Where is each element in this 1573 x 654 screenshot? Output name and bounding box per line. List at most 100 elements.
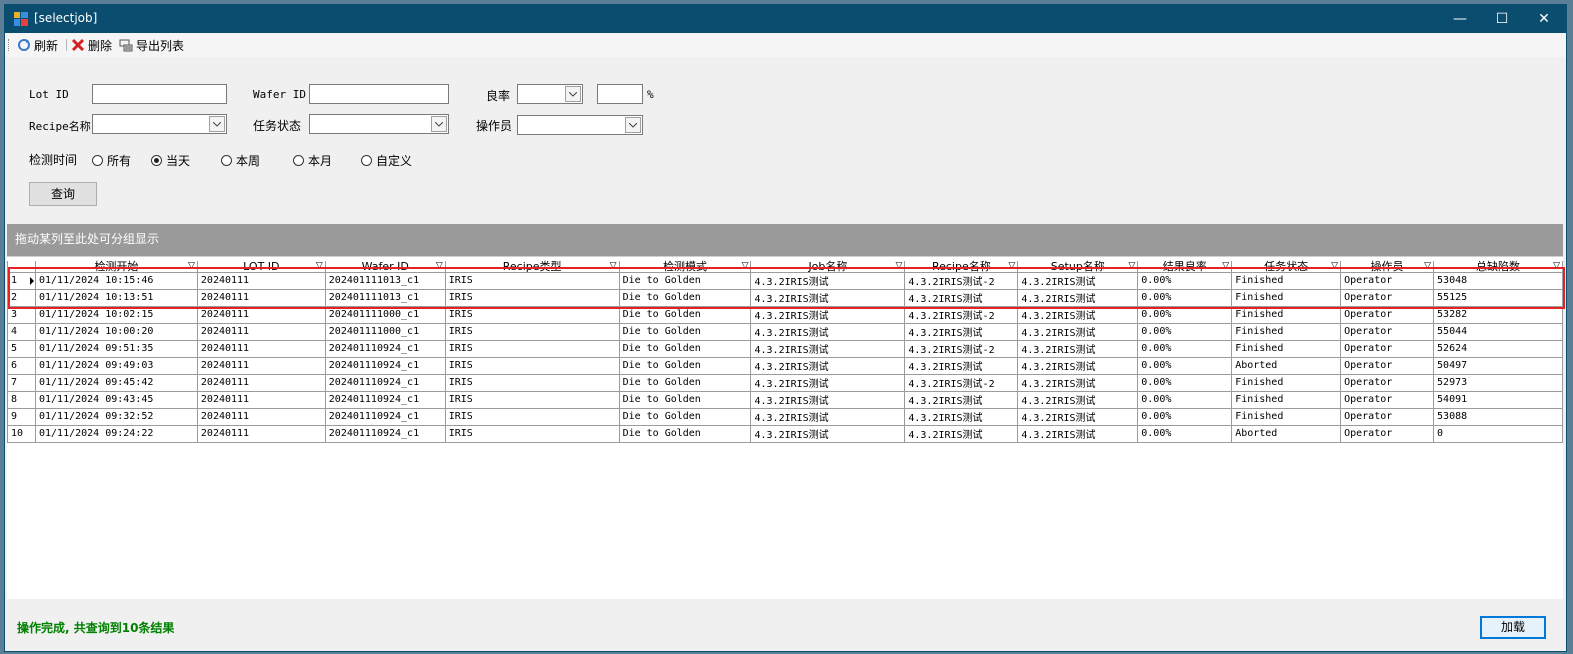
filter-icon[interactable]: ▽ [1128, 261, 1135, 271]
table-cell[interactable]: 20240111 [196, 322, 326, 341]
table-cell[interactable]: 01/11/2024 09:32:52 [34, 407, 198, 426]
row-number[interactable]: 5 [7, 339, 36, 358]
table-cell[interactable]: 20240111 [196, 356, 326, 375]
row-number[interactable]: 8 [7, 390, 36, 409]
table-cell[interactable]: Die to Golden [618, 424, 752, 443]
table-cell[interactable]: 01/11/2024 10:13:51 [34, 288, 198, 307]
time-option-week[interactable]: 本周 [221, 152, 260, 169]
table-cell[interactable]: 01/11/2024 09:24:22 [34, 424, 198, 443]
table-cell[interactable]: 4.3.2IRIS测试 [750, 305, 906, 324]
table-cell[interactable]: 202401110924_c1 [324, 356, 446, 375]
table-cell[interactable]: Finished [1231, 305, 1342, 324]
table-cell[interactable]: 4.3.2IRIS测试 [904, 424, 1019, 443]
table-cell[interactable]: 50497 [1433, 356, 1563, 375]
filter-icon[interactable]: ▽ [1008, 261, 1015, 271]
time-option-month[interactable]: 本月 [293, 152, 332, 169]
table-cell[interactable]: 4.3.2IRIS测试 [750, 322, 906, 341]
table-cell[interactable]: Finished [1231, 407, 1342, 426]
export-button[interactable]: 导出列表 [119, 37, 184, 53]
table-cell[interactable]: IRIS [444, 305, 620, 324]
column-header[interactable]: Job名称 ▽ [750, 261, 906, 273]
table-cell[interactable]: 20240111 [196, 424, 326, 443]
table-cell[interactable]: 4.3.2IRIS测试 [1017, 305, 1139, 324]
column-header[interactable]: 总缺陷数 ▽ [1433, 261, 1563, 273]
row-number[interactable]: 6 [7, 356, 36, 375]
table-cell[interactable]: Operator [1340, 305, 1435, 324]
table-cell[interactable]: 4.3.2IRIS测试 [1017, 322, 1139, 341]
table-cell[interactable]: Finished [1231, 373, 1342, 392]
table-cell[interactable]: 4.3.2IRIS测试-2 [904, 305, 1019, 324]
recipe-select[interactable] [92, 114, 227, 134]
table-row[interactable]: 10 01/11/2024 09:24:22 20240111 20240111092… [7, 424, 1563, 443]
table-cell[interactable]: 4.3.2IRIS测试 [1017, 390, 1139, 409]
table-cell[interactable]: Finished [1231, 322, 1342, 341]
table-cell[interactable]: 53282 [1433, 305, 1563, 324]
row-number[interactable]: 9 [7, 407, 36, 426]
table-cell[interactable]: 55044 [1433, 322, 1563, 341]
table-cell[interactable]: Operator [1340, 322, 1435, 341]
table-cell[interactable]: Operator [1340, 356, 1435, 375]
table-cell[interactable]: 4.3.2IRIS测试 [1017, 288, 1139, 307]
table-cell[interactable]: Die to Golden [618, 305, 752, 324]
table-cell[interactable]: 202401111013_c1 [324, 271, 446, 290]
group-by-band[interactable]: 拖动某列至此处可分组显示 [7, 224, 1563, 256]
delete-button[interactable]: 删除 [71, 37, 112, 53]
table-cell[interactable]: 202401110924_c1 [324, 373, 446, 392]
row-number[interactable]: 3 [7, 305, 36, 324]
table-cell[interactable]: 20240111 [196, 288, 326, 307]
table-cell[interactable]: 202401110924_c1 [324, 390, 446, 409]
row-number[interactable]: 2 [7, 288, 36, 307]
table-cell[interactable]: Operator [1340, 339, 1435, 358]
table-cell[interactable]: 4.3.2IRIS测试 [1017, 373, 1139, 392]
table-cell[interactable]: IRIS [444, 390, 620, 409]
yield-operator-select[interactable] [517, 84, 583, 104]
minimize-button[interactable]: — [1439, 5, 1481, 33]
column-header[interactable]: 检测模式 ▽ [618, 261, 752, 273]
table-cell[interactable]: 55125 [1433, 288, 1563, 307]
table-cell[interactable]: Die to Golden [618, 322, 752, 341]
table-cell[interactable]: 01/11/2024 09:51:35 [34, 339, 198, 358]
query-button[interactable]: 查询 [29, 182, 97, 206]
row-number[interactable]: 4 [7, 322, 36, 341]
table-cell[interactable]: 4.3.2IRIS测试 [1017, 424, 1139, 443]
table-cell[interactable]: 0.00% [1137, 390, 1233, 409]
table-cell[interactable]: 0.00% [1137, 288, 1233, 307]
table-cell[interactable]: 4.3.2IRIS测试 [750, 390, 906, 409]
table-cell[interactable]: IRIS [444, 339, 620, 358]
table-cell[interactable]: 4.3.2IRIS测试 [750, 356, 906, 375]
filter-icon[interactable]: ▽ [316, 261, 323, 271]
close-button[interactable]: ✕ [1523, 5, 1565, 33]
filter-icon[interactable]: ▽ [436, 261, 443, 271]
table-cell[interactable]: Operator [1340, 288, 1435, 307]
row-number[interactable]: 7 [7, 373, 36, 392]
table-row[interactable]: 9 01/11/2024 09:32:52 20240111 202401110924… [7, 407, 1563, 426]
table-row[interactable]: 5 01/11/2024 09:51:35 20240111 202401110924… [7, 339, 1563, 358]
table-cell[interactable]: Finished [1231, 339, 1342, 358]
table-cell[interactable]: 0.00% [1137, 305, 1233, 324]
filter-icon[interactable]: ▽ [1222, 261, 1229, 271]
refresh-button[interactable]: 刷新 [17, 37, 58, 53]
column-header[interactable]: 结果良率 ▽ [1137, 261, 1233, 273]
table-cell[interactable]: 01/11/2024 10:00:20 [34, 322, 198, 341]
row-number[interactable]: 10 [7, 424, 36, 443]
table-cell[interactable]: 202401110924_c1 [324, 424, 446, 443]
time-option-all[interactable]: 所有 [92, 152, 131, 169]
table-cell[interactable]: IRIS [444, 271, 620, 290]
table-cell[interactable]: 0.00% [1137, 322, 1233, 341]
column-header[interactable]: 检测开始 ▽ [34, 261, 198, 273]
table-cell[interactable]: Operator [1340, 407, 1435, 426]
table-cell[interactable]: 4.3.2IRIS测试-2 [904, 271, 1019, 290]
table-cell[interactable]: Die to Golden [618, 288, 752, 307]
table-cell[interactable]: 4.3.2IRIS测试 [1017, 407, 1139, 426]
table-cell[interactable]: 0.00% [1137, 339, 1233, 358]
table-cell[interactable]: 202401111013_c1 [324, 288, 446, 307]
table-row[interactable]: 4 01/11/2024 10:00:20 20240111 202401111000… [7, 322, 1563, 341]
table-cell[interactable]: 4.3.2IRIS测试 [904, 390, 1019, 409]
table-cell[interactable]: 4.3.2IRIS测试 [904, 322, 1019, 341]
table-cell[interactable]: 53048 [1433, 271, 1563, 290]
table-cell[interactable]: IRIS [444, 373, 620, 392]
table-cell[interactable]: 0.00% [1137, 373, 1233, 392]
table-cell[interactable]: 20240111 [196, 339, 326, 358]
toolbar-grip[interactable] [8, 39, 11, 51]
maximize-button[interactable]: ☐ [1481, 5, 1523, 33]
